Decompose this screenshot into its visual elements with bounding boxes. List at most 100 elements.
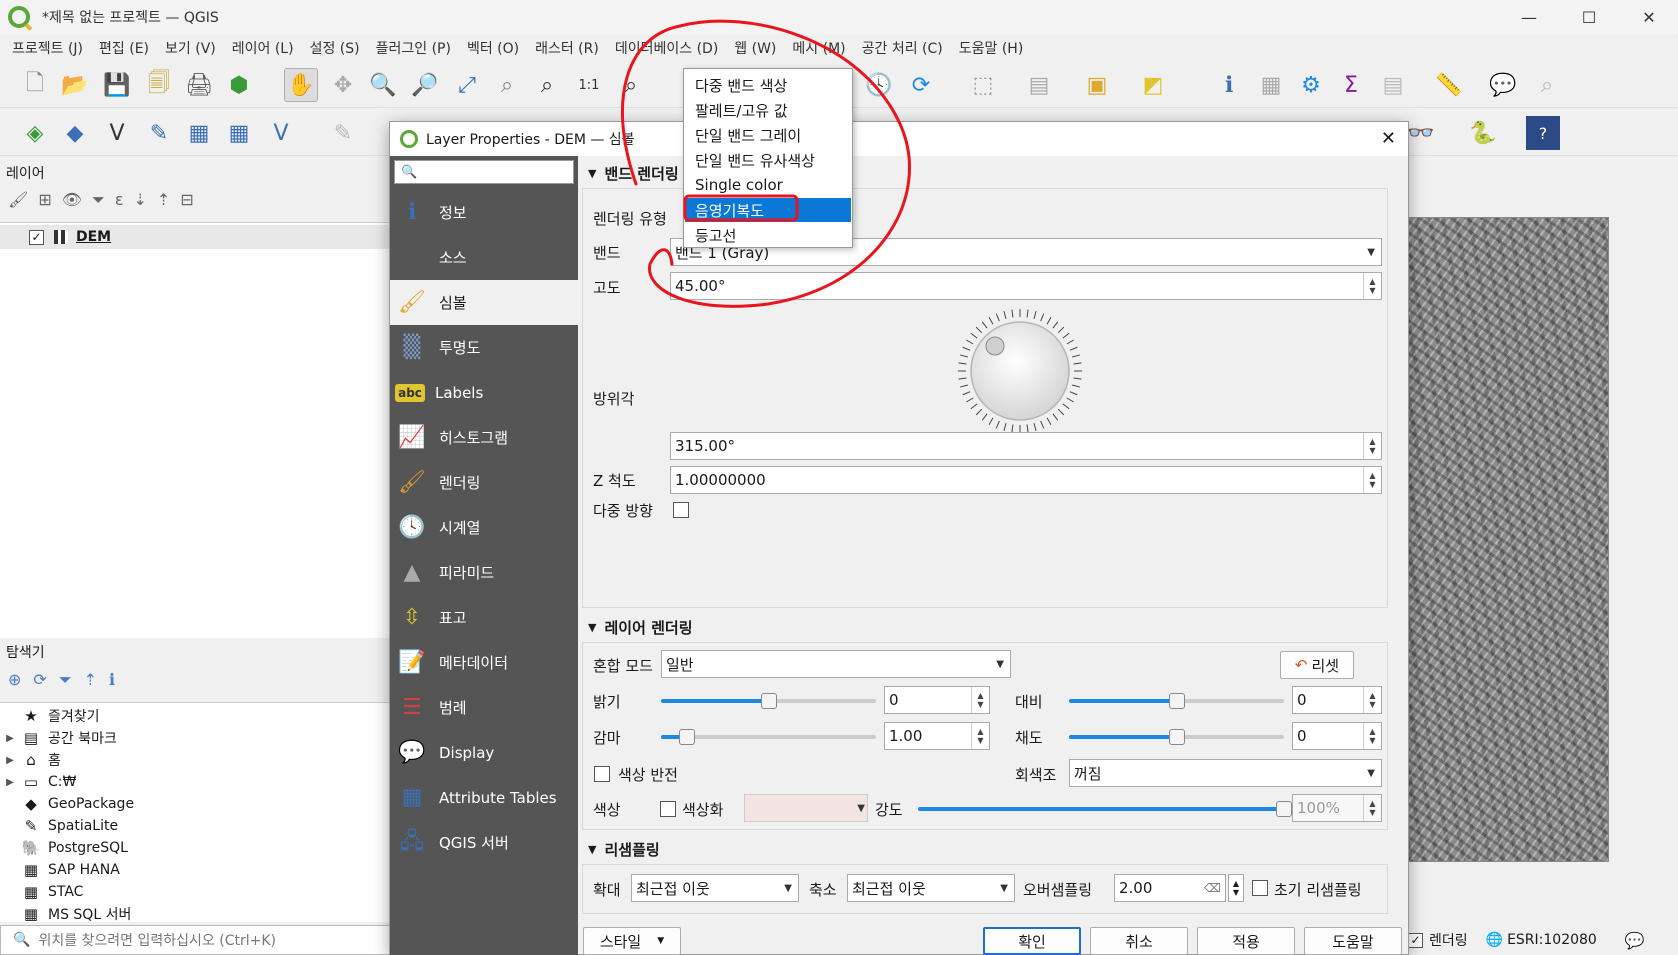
- add-selected-icon[interactable]: ⊕: [8, 670, 21, 690]
- filter-browser-icon[interactable]: ⏷: [59, 670, 72, 690]
- render-type-option[interactable]: 단일 밴드 그레이: [685, 123, 851, 147]
- azimuth-spinbox[interactable]: 315.00° ▲ ▼: [670, 432, 1382, 460]
- gamma-spinbox[interactable]: 1.00 ▲ ▼: [884, 722, 990, 750]
- sidebar-item[interactable]: 🖧 QGIS 서버: [390, 820, 578, 865]
- sidebar-item[interactable]: ▲ 피라미드: [390, 550, 578, 595]
- properties-browser-icon[interactable]: ℹ: [109, 670, 115, 690]
- slider-handle[interactable]: [678, 729, 695, 745]
- measure-icon[interactable]: 📏: [1432, 68, 1466, 102]
- menu-item[interactable]: 편집 (E): [91, 38, 157, 58]
- z-factor-spinbox[interactable]: 1.00000000 ▲ ▼: [670, 466, 1382, 494]
- menu-item[interactable]: 레이어 (L): [224, 38, 302, 58]
- layer-rendering-header[interactable]: ▼ 레이어 렌더링: [580, 614, 1395, 640]
- sidebar-item[interactable]: ☰ 범례: [390, 685, 578, 730]
- temporal-controller-icon[interactable]: 🕓: [862, 68, 896, 102]
- add-geopackage-icon[interactable]: ◆: [58, 116, 92, 150]
- save-as-icon[interactable]: 🗐: [142, 68, 176, 102]
- expand-arrow-icon[interactable]: ▶: [0, 777, 20, 788]
- browser-item[interactable]: ▶ ▤ 공간 북마크: [0, 727, 117, 749]
- filter-expression-icon[interactable]: ε: [115, 190, 124, 216]
- multidirectional-checkbox[interactable]: [673, 502, 689, 518]
- deselect-icon[interactable]: ▣: [1080, 68, 1114, 102]
- azimuth-dial[interactable]: [955, 306, 1085, 436]
- strength-spinbox[interactable]: 100% ▲ ▼: [1292, 794, 1382, 822]
- add-raster-icon[interactable]: ▦: [222, 116, 256, 150]
- attribute-table-icon[interactable]: ▦: [1254, 68, 1288, 102]
- gamma-slider[interactable]: [661, 727, 876, 747]
- add-group-icon[interactable]: ⊞: [38, 190, 51, 216]
- expand-arrow-icon[interactable]: ▶: [0, 733, 20, 744]
- messages-icon[interactable]: 💬: [1625, 931, 1645, 950]
- menu-item[interactable]: 벡터 (O): [459, 38, 527, 58]
- sidebar-item[interactable]: 📈 히스토그램: [390, 415, 578, 460]
- print-layout-icon[interactable]: 🖨: [182, 68, 216, 102]
- sidebar-item[interactable]: ▦ Attribute Tables: [390, 775, 578, 820]
- brightness-slider[interactable]: [661, 691, 876, 711]
- render-type-option[interactable]: 다중 밴드 색상: [685, 73, 851, 97]
- grayscale-select[interactable]: 꺼짐 ▼: [1069, 759, 1382, 787]
- early-resampling-checkbox[interactable]: [1252, 880, 1268, 896]
- render-type-option[interactable]: 팔레트/고유 값: [685, 98, 851, 122]
- locator-bar[interactable]: 🔍 위치를 찾으려면 입력하십시오 (Ctrl+K): [0, 925, 390, 955]
- contrast-slider[interactable]: [1069, 691, 1284, 711]
- menu-item[interactable]: 공간 처리 (C): [854, 38, 951, 58]
- browser-item[interactable]: ▶ ⌂ 홈: [0, 749, 61, 771]
- spin-arrows-icon[interactable]: ▲ ▼: [971, 723, 989, 749]
- crs-button[interactable]: ESRI:102080: [1507, 932, 1597, 948]
- dialog-close-button[interactable]: ✕: [1381, 128, 1396, 149]
- saturation-slider[interactable]: [1069, 727, 1284, 747]
- strength-slider[interactable]: [918, 799, 1292, 819]
- render-type-option[interactable]: Single color: [685, 173, 851, 197]
- locator-input[interactable]: 위치를 찾으려면 입력하십시오 (Ctrl+K): [38, 930, 276, 950]
- expand-arrow-icon[interactable]: ▶: [0, 755, 20, 766]
- sidebar-item[interactable]: 💬 Display: [390, 730, 578, 775]
- sidebar-item[interactable]: 🖌 심볼: [390, 280, 578, 325]
- add-point-icon[interactable]: ◩: [1136, 68, 1170, 102]
- resampling-header[interactable]: ▼ 리샘플링: [580, 836, 1395, 862]
- expand-all-icon[interactable]: ⇣: [134, 190, 147, 216]
- pan-to-selection-icon[interactable]: ✥: [326, 68, 360, 102]
- sidebar-item[interactable]: ℹ 정보: [390, 190, 578, 235]
- spin-arrows-icon[interactable]: ▲ ▼: [1363, 795, 1381, 821]
- browser-item[interactable]: ▦ SAP HANA: [0, 859, 120, 881]
- browser-item[interactable]: ▶ ▭ C:₩: [0, 771, 76, 793]
- sidebar-item[interactable]: ⚙ 소스: [390, 235, 578, 280]
- zoom-native-icon[interactable]: 1:1: [572, 68, 606, 102]
- spin-arrows-icon[interactable]: ▲ ▼: [1363, 273, 1381, 299]
- colorize-checkbox[interactable]: [660, 801, 676, 817]
- menu-item[interactable]: 래스터 (R): [527, 38, 607, 58]
- select-by-value-icon[interactable]: ▤: [1022, 68, 1056, 102]
- python-console-icon[interactable]: 🐍: [1466, 116, 1500, 150]
- render-type-option[interactable]: 등고선: [685, 223, 851, 247]
- add-vector-icon[interactable]: V: [100, 116, 134, 150]
- maximize-button[interactable]: ☐: [1560, 0, 1618, 34]
- add-virtual-layer-icon[interactable]: V: [264, 116, 298, 150]
- sidebar-item[interactable]: 📝 메타데이터: [390, 640, 578, 685]
- sidebar-item[interactable]: ▒ 투명도: [390, 325, 578, 370]
- menu-item[interactable]: 설정 (S): [302, 38, 368, 58]
- colorize-color-button[interactable]: ▼: [744, 794, 868, 822]
- slider-handle[interactable]: [1276, 801, 1292, 817]
- zoom-in-icon[interactable]: 🔍: [366, 68, 400, 102]
- pan-map-icon[interactable]: ✋: [284, 68, 318, 102]
- zoom-layer-icon[interactable]: ⌕: [530, 68, 564, 102]
- ok-button[interactable]: 확인: [983, 927, 1081, 955]
- menu-item[interactable]: 보기 (V): [157, 38, 224, 58]
- layer-visibility-checkbox[interactable]: ✓: [29, 229, 44, 245]
- plugin-icon[interactable]: 👓: [1404, 116, 1438, 150]
- identify-icon[interactable]: ℹ: [1212, 68, 1246, 102]
- cancel-button[interactable]: 취소: [1090, 927, 1188, 955]
- add-spatialite-icon[interactable]: ✎: [142, 116, 176, 150]
- zoom-last-icon[interactable]: ⌕: [614, 68, 648, 102]
- refresh-browser-icon[interactable]: ⟳: [33, 670, 46, 690]
- help-icon[interactable]: ?: [1526, 116, 1560, 150]
- style-button[interactable]: 스타일 ▼: [583, 927, 681, 955]
- new-project-icon[interactable]: 🗋: [18, 68, 52, 102]
- zoom-out-icon[interactable]: 🔎: [408, 68, 442, 102]
- remove-layer-icon[interactable]: ⊟: [180, 190, 193, 216]
- menu-item[interactable]: 프로젝트 (J): [4, 38, 91, 58]
- sidebar-item[interactable]: 🖌 렌더링: [390, 460, 578, 505]
- sidebar-search-input[interactable]: 🔍: [394, 160, 574, 184]
- contrast-spinbox[interactable]: 0 ▲ ▼: [1292, 686, 1382, 714]
- sidebar-item[interactable]: abc Labels: [390, 370, 578, 415]
